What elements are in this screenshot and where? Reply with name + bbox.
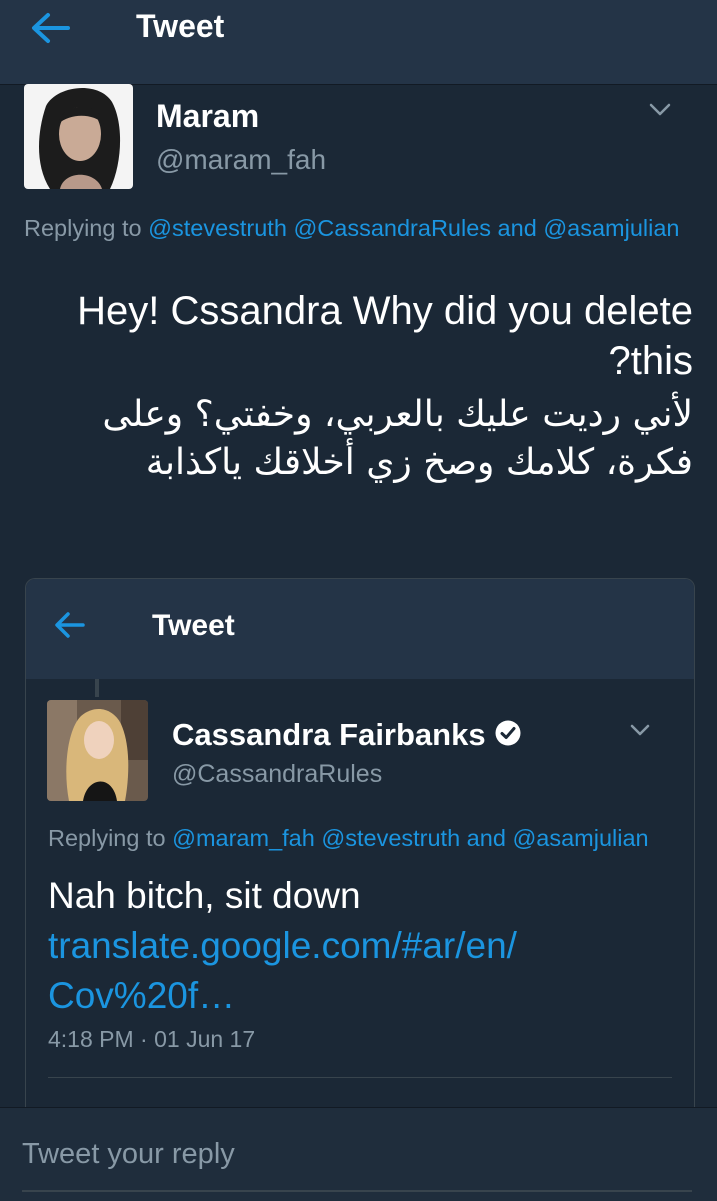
tweet-text: Hey! Cssandra Why did you delete this? xyxy=(77,289,693,383)
translate-link: translate.google.com/#ar/en/ xyxy=(48,925,517,966)
page-title: Tweet xyxy=(136,8,225,44)
chevron-down-icon[interactable] xyxy=(649,103,671,117)
reply-bar xyxy=(0,1107,717,1201)
top-bar: Tweet xyxy=(0,0,717,85)
quoted-back-button xyxy=(52,610,86,640)
back-button[interactable] xyxy=(28,10,72,46)
quoted-text-body: Nah bitch, sit down xyxy=(48,875,361,916)
avatar[interactable] xyxy=(24,84,133,189)
replying-to: Replying to @stevestruth @CassandraRules… xyxy=(24,215,680,241)
quoted-tweet-screenshot[interactable]: Tweet Cassandra Fairbanks @CassandraRule… xyxy=(25,578,695,1139)
author-name[interactable]: Maram xyxy=(156,98,259,135)
mention-link: @asamjulian xyxy=(512,825,649,851)
back-arrow-icon xyxy=(55,612,85,638)
quoted-page-title: Tweet xyxy=(152,609,235,642)
chevron-down-icon xyxy=(630,724,650,736)
translate-link-continued: Cov%20f… xyxy=(48,975,236,1016)
reply-input-underline xyxy=(22,1190,692,1192)
thread-line xyxy=(95,679,99,697)
divider xyxy=(48,1077,672,1078)
back-arrow-icon xyxy=(32,13,70,43)
verified-badge-icon xyxy=(495,720,521,746)
mention-link: @maram_fah xyxy=(172,825,315,851)
mention-link: @stevestruth xyxy=(321,825,461,851)
quoted-author-handle: @CassandraRules xyxy=(172,760,383,788)
quoted-avatar xyxy=(47,700,148,801)
tweet-text-arabic: لأني رديت عليك بالعربي، وخفتي؟ وعلى فكرة… xyxy=(102,394,693,483)
author-handle[interactable]: @maram_fah xyxy=(156,144,326,176)
quoted-tweet-text: Nah bitch, sit down translate.google.com… xyxy=(48,871,678,1021)
quoted-replying-to: Replying to @maram_fah @stevestruth and … xyxy=(48,825,649,851)
mention-link[interactable]: @CassandraRules xyxy=(293,215,491,241)
mention-link[interactable]: @stevestruth xyxy=(148,215,287,241)
quoted-timestamp: 4:18 PM · 01 Jun 17 xyxy=(48,1026,256,1052)
mention-link[interactable]: @asamjulian xyxy=(543,215,679,241)
reply-input[interactable] xyxy=(22,1134,682,1174)
quoted-top-bar: Tweet xyxy=(26,579,694,679)
quoted-author-name: Cassandra Fairbanks xyxy=(172,717,486,752)
